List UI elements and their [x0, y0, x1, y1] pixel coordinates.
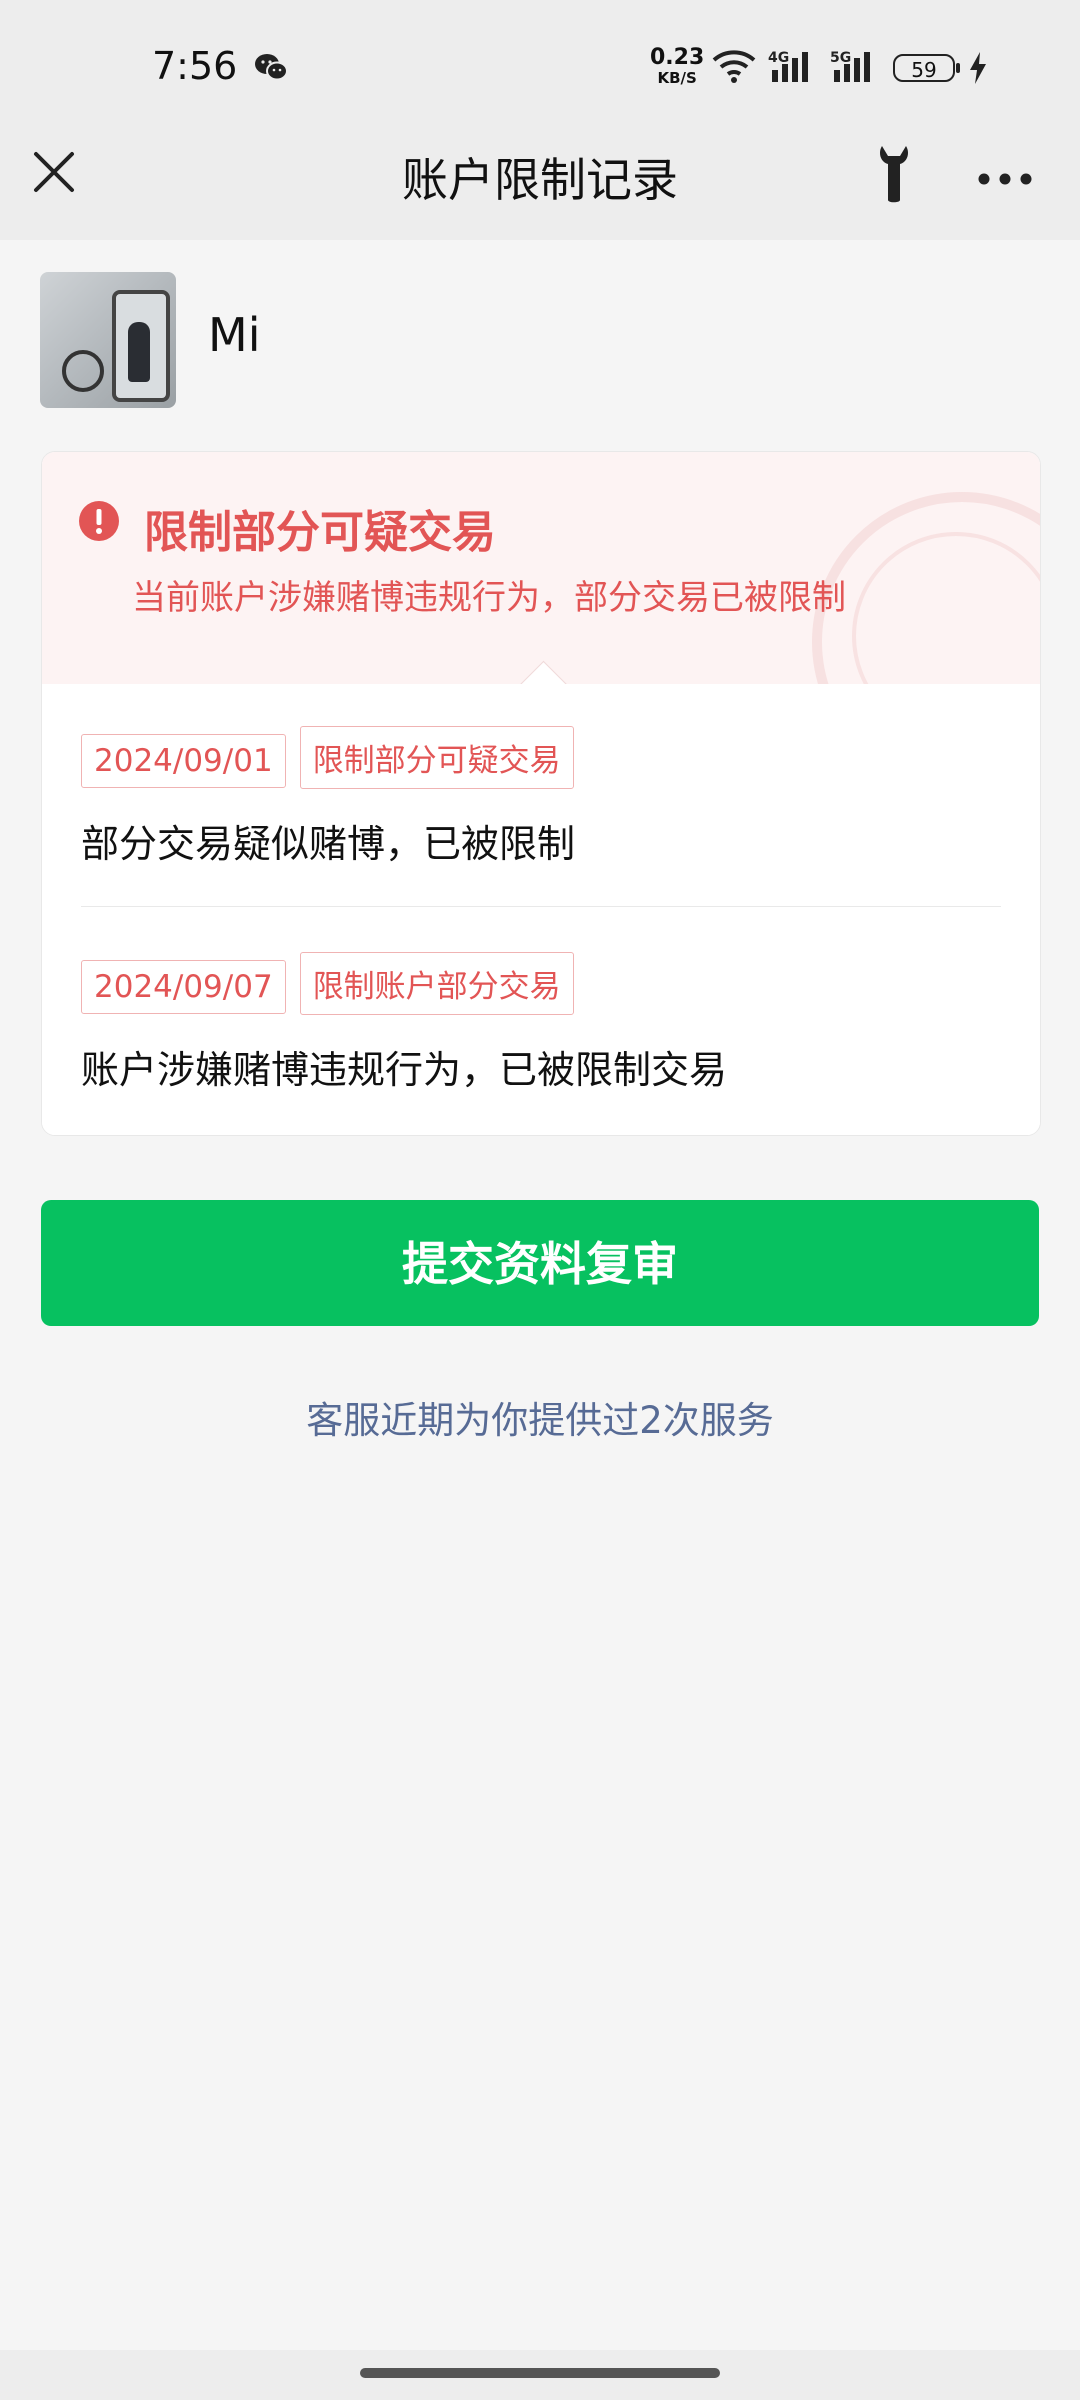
- list-item: 2024/09/07 限制账户部分交易 账户涉嫌赌博违规行为，已被限制交易: [81, 952, 1001, 1094]
- wifi-icon: [712, 48, 756, 88]
- record-date-badge: 2024/09/01: [81, 734, 286, 788]
- divider: [81, 906, 1001, 907]
- submit-review-button[interactable]: 提交资料复审: [41, 1200, 1039, 1326]
- signal-4g-icon: 4G: [768, 48, 818, 88]
- wrench-icon[interactable]: [876, 144, 912, 208]
- home-indicator[interactable]: [360, 2368, 720, 2378]
- record-description: 部分交易疑似赌博，已被限制: [81, 822, 576, 866]
- nav-bar: 账户限制记录: [0, 100, 1080, 240]
- alert-header: 限制部分可疑交易 当前账户涉嫌赌博违规行为，部分交易已被限制: [42, 452, 1040, 792]
- customer-service-link[interactable]: 客服近期为你提供过2次服务: [0, 1390, 1080, 1444]
- net-speed-value: 0.23: [650, 45, 705, 70]
- avatar-ring-shape: [62, 350, 104, 392]
- restriction-card: 限制部分可疑交易 当前账户涉嫌赌博违规行为，部分交易已被限制 2024/09/0…: [41, 451, 1041, 1136]
- signal-5g-icon: 5G: [830, 48, 880, 88]
- avatar[interactable]: [40, 272, 176, 408]
- record-description: 账户涉嫌赌博违规行为，已被限制交易: [81, 1048, 728, 1092]
- page-title: 账户限制记录: [402, 153, 678, 207]
- record-type-badge: 限制部分可疑交易: [299, 726, 574, 789]
- svg-text:4G: 4G: [768, 50, 789, 66]
- net-speed-unit: KB/S: [657, 69, 697, 87]
- status-time: 7:56: [152, 44, 238, 88]
- record-type-badge: 限制账户部分交易: [299, 952, 574, 1015]
- battery-icon: 59: [893, 54, 960, 82]
- list-item: 2024/09/01 限制部分可疑交易 部分交易疑似赌博，已被限制: [81, 726, 1001, 868]
- more-icon[interactable]: [978, 170, 1032, 189]
- records-list: 2024/09/01 限制部分可疑交易 部分交易疑似赌博，已被限制 2024/09…: [42, 684, 1040, 1135]
- alert-title: 限制部分可疑交易: [144, 507, 496, 558]
- exclamation-icon: [78, 500, 120, 546]
- wechat-icon: [254, 52, 288, 86]
- charging-icon: [968, 52, 988, 88]
- profile-name: Mi: [208, 308, 261, 362]
- record-date-badge: 2024/09/07: [81, 960, 286, 1014]
- net-speed: 0.23 KB/S: [650, 45, 705, 88]
- svg-text:5G: 5G: [830, 50, 851, 66]
- alert-subtitle: 当前账户涉嫌赌博违规行为，部分交易已被限制: [132, 578, 846, 618]
- avatar-person-shape: [128, 322, 150, 382]
